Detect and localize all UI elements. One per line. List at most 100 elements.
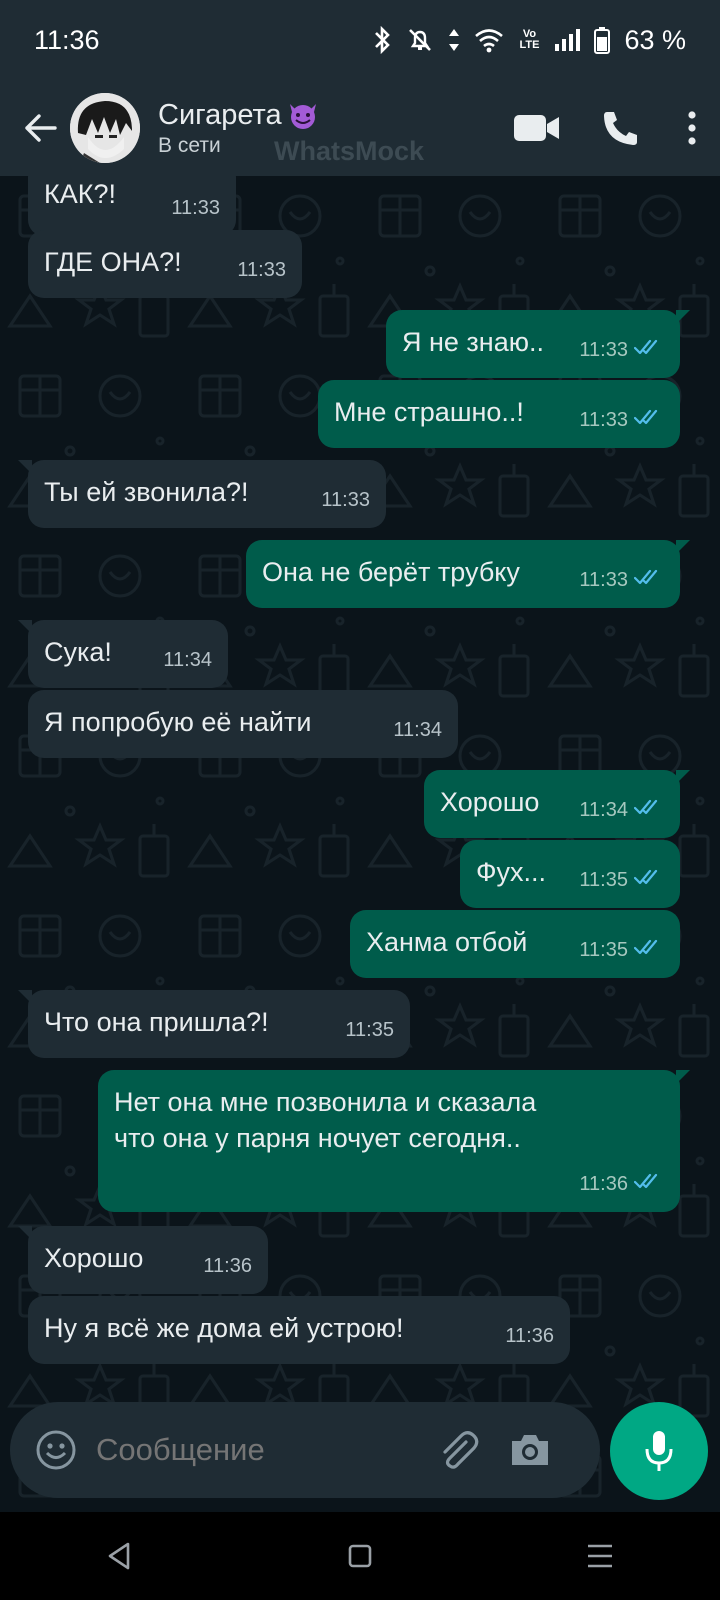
more-options-button[interactable] bbox=[672, 93, 712, 163]
video-call-button[interactable] bbox=[502, 93, 572, 163]
message-timestamp: 11:33 bbox=[237, 259, 286, 281]
voice-call-button[interactable] bbox=[586, 93, 656, 163]
voice-message-button[interactable] bbox=[610, 1402, 708, 1500]
incoming-message-bubble[interactable]: Ну я всё же дома ей устрою! 11:36 bbox=[28, 1296, 570, 1364]
bubble-tail bbox=[676, 770, 690, 784]
paperclip-icon bbox=[443, 1431, 479, 1469]
incoming-message-bubble[interactable]: Сука! 11:34 bbox=[18, 620, 228, 688]
message-timestamp: 11:35 bbox=[579, 939, 628, 961]
message-text: Ханма отбой bbox=[366, 927, 528, 957]
message-timestamp: 11:33 bbox=[579, 339, 628, 361]
message-time: 11:33 bbox=[321, 482, 370, 518]
message-text: ГДЕ ОНА?! bbox=[44, 247, 182, 277]
nav-recents-button[interactable] bbox=[570, 1526, 630, 1586]
outgoing-message-bubble[interactable]: Она не берёт трубку 11:33 bbox=[246, 540, 690, 608]
message-time: 11:35 bbox=[579, 862, 664, 898]
bubble-tail bbox=[18, 1226, 32, 1240]
camera-icon bbox=[512, 1435, 548, 1465]
message-timestamp: 11:35 bbox=[345, 1019, 394, 1041]
mute-icon bbox=[406, 26, 434, 54]
message-time: 11:35 bbox=[579, 932, 664, 968]
outgoing-message-bubble[interactable]: Нет она мне позвонила и сказала что она … bbox=[98, 1070, 690, 1212]
message-timestamp: 11:36 bbox=[203, 1255, 252, 1277]
battery-icon bbox=[594, 26, 611, 54]
battery-percent: 63 % bbox=[624, 24, 686, 55]
emoji-icon bbox=[36, 1430, 76, 1470]
bubble-tail bbox=[18, 620, 32, 634]
message-time: 11:33 bbox=[579, 562, 664, 598]
message-input[interactable] bbox=[96, 1432, 426, 1468]
message-time: 11:35 bbox=[345, 1012, 394, 1048]
double-check-read-icon bbox=[633, 562, 664, 598]
volte-icon: Vo LTE bbox=[518, 29, 540, 51]
message-text: КАК?! bbox=[44, 179, 116, 209]
status-time: 11:36 bbox=[34, 24, 100, 55]
message-time: 11:33 bbox=[579, 332, 664, 368]
message-text: Хорошо bbox=[44, 1243, 144, 1273]
double-check-read-icon bbox=[633, 792, 664, 828]
outgoing-message-bubble[interactable]: Ханма отбой 11:35 bbox=[350, 910, 680, 978]
double-check-read-icon bbox=[633, 862, 664, 898]
status-bar: 11:36 Vo LTE 63 % bbox=[0, 0, 720, 80]
message-time: 11:36 bbox=[203, 1248, 252, 1284]
message-time: 11:34 bbox=[393, 712, 442, 748]
phone-icon bbox=[604, 112, 637, 145]
message-composer bbox=[10, 1402, 600, 1498]
attach-button[interactable] bbox=[432, 1424, 484, 1476]
nav-back-button[interactable] bbox=[90, 1526, 150, 1586]
outgoing-message-bubble[interactable]: Мне страшно..! 11:33 bbox=[318, 380, 680, 448]
message-timestamp: 11:33 bbox=[579, 569, 628, 591]
double-check-read-icon bbox=[633, 402, 664, 438]
message-time: 11:33 bbox=[579, 402, 664, 438]
message-text: Хорошо bbox=[440, 787, 540, 817]
header-actions bbox=[502, 93, 720, 163]
outgoing-message-bubble[interactable]: Хорошо 11:34 bbox=[424, 770, 690, 838]
triangle-back-icon bbox=[108, 1542, 130, 1570]
back-button[interactable] bbox=[12, 100, 68, 156]
message-time: 11:33 bbox=[171, 190, 220, 226]
message-text: Фух... bbox=[476, 857, 547, 887]
message-text: Она не берёт трубку bbox=[262, 557, 520, 587]
signal-icon bbox=[554, 28, 581, 52]
system-nav-bar bbox=[0, 1512, 720, 1600]
message-timestamp: 11:34 bbox=[579, 799, 628, 821]
message-time: 11:33 bbox=[237, 252, 286, 288]
message-timestamp: 11:36 bbox=[505, 1325, 554, 1347]
message-timestamp: 11:35 bbox=[579, 869, 628, 891]
chat-header: Сигарета В сети WhatsMock bbox=[0, 80, 720, 176]
message-text: Сука! bbox=[44, 637, 112, 667]
microphone-icon bbox=[645, 1431, 673, 1471]
incoming-message-bubble[interactable]: Я попробую её найти 11:34 bbox=[28, 690, 458, 758]
message-text: Ну я всё же дома ей устрою! bbox=[44, 1313, 404, 1343]
bubble-tail bbox=[676, 540, 690, 554]
bluetooth-icon bbox=[372, 26, 392, 54]
message-text: Я попробую её найти bbox=[44, 707, 312, 737]
incoming-message-bubble[interactable]: КАК?! 11:33 bbox=[28, 176, 236, 236]
outgoing-message-bubble[interactable]: Фух... 11:35 bbox=[460, 840, 680, 908]
message-timestamp: 11:33 bbox=[171, 197, 220, 219]
message-text: Я не знаю.. bbox=[402, 327, 544, 357]
message-time: 11:34 bbox=[163, 642, 212, 678]
message-text: Ты ей звонила?! bbox=[44, 477, 249, 507]
message-text: Что она пришла?! bbox=[44, 1007, 269, 1037]
bubble-tail bbox=[18, 990, 32, 1004]
incoming-message-bubble[interactable]: ГДЕ ОНА?! 11:33 bbox=[28, 230, 302, 298]
camera-button[interactable] bbox=[504, 1424, 556, 1476]
kebab-menu-icon bbox=[688, 111, 696, 145]
message-timestamp: 11:33 bbox=[321, 489, 370, 511]
status-icons: Vo LTE 63 % bbox=[372, 25, 686, 56]
emoji-button[interactable] bbox=[32, 1426, 80, 1474]
avatar[interactable] bbox=[70, 93, 140, 163]
bubble-tail bbox=[676, 310, 690, 324]
smiling-devil-emoji-icon bbox=[289, 104, 316, 129]
message-text: Мне страшно..! bbox=[334, 397, 524, 427]
nav-home-button[interactable] bbox=[330, 1526, 390, 1586]
incoming-message-bubble[interactable]: Что она пришла?! 11:35 bbox=[18, 990, 410, 1058]
message-list[interactable]: КАК?! 11:33 ГДЕ ОНА?! 11:33 Я не знаю.. 11:33… bbox=[0, 176, 720, 1512]
incoming-message-bubble[interactable]: Ты ей звонила?! 11:33 bbox=[18, 460, 386, 528]
menu-lines-icon bbox=[588, 1544, 612, 1568]
outgoing-message-bubble[interactable]: Я не знаю.. 11:33 bbox=[386, 310, 690, 378]
incoming-message-bubble[interactable]: Хорошо 11:36 bbox=[18, 1226, 268, 1294]
message-text: Нет она мне позвонила и сказала что она … bbox=[114, 1087, 537, 1153]
double-check-read-icon bbox=[633, 932, 664, 968]
